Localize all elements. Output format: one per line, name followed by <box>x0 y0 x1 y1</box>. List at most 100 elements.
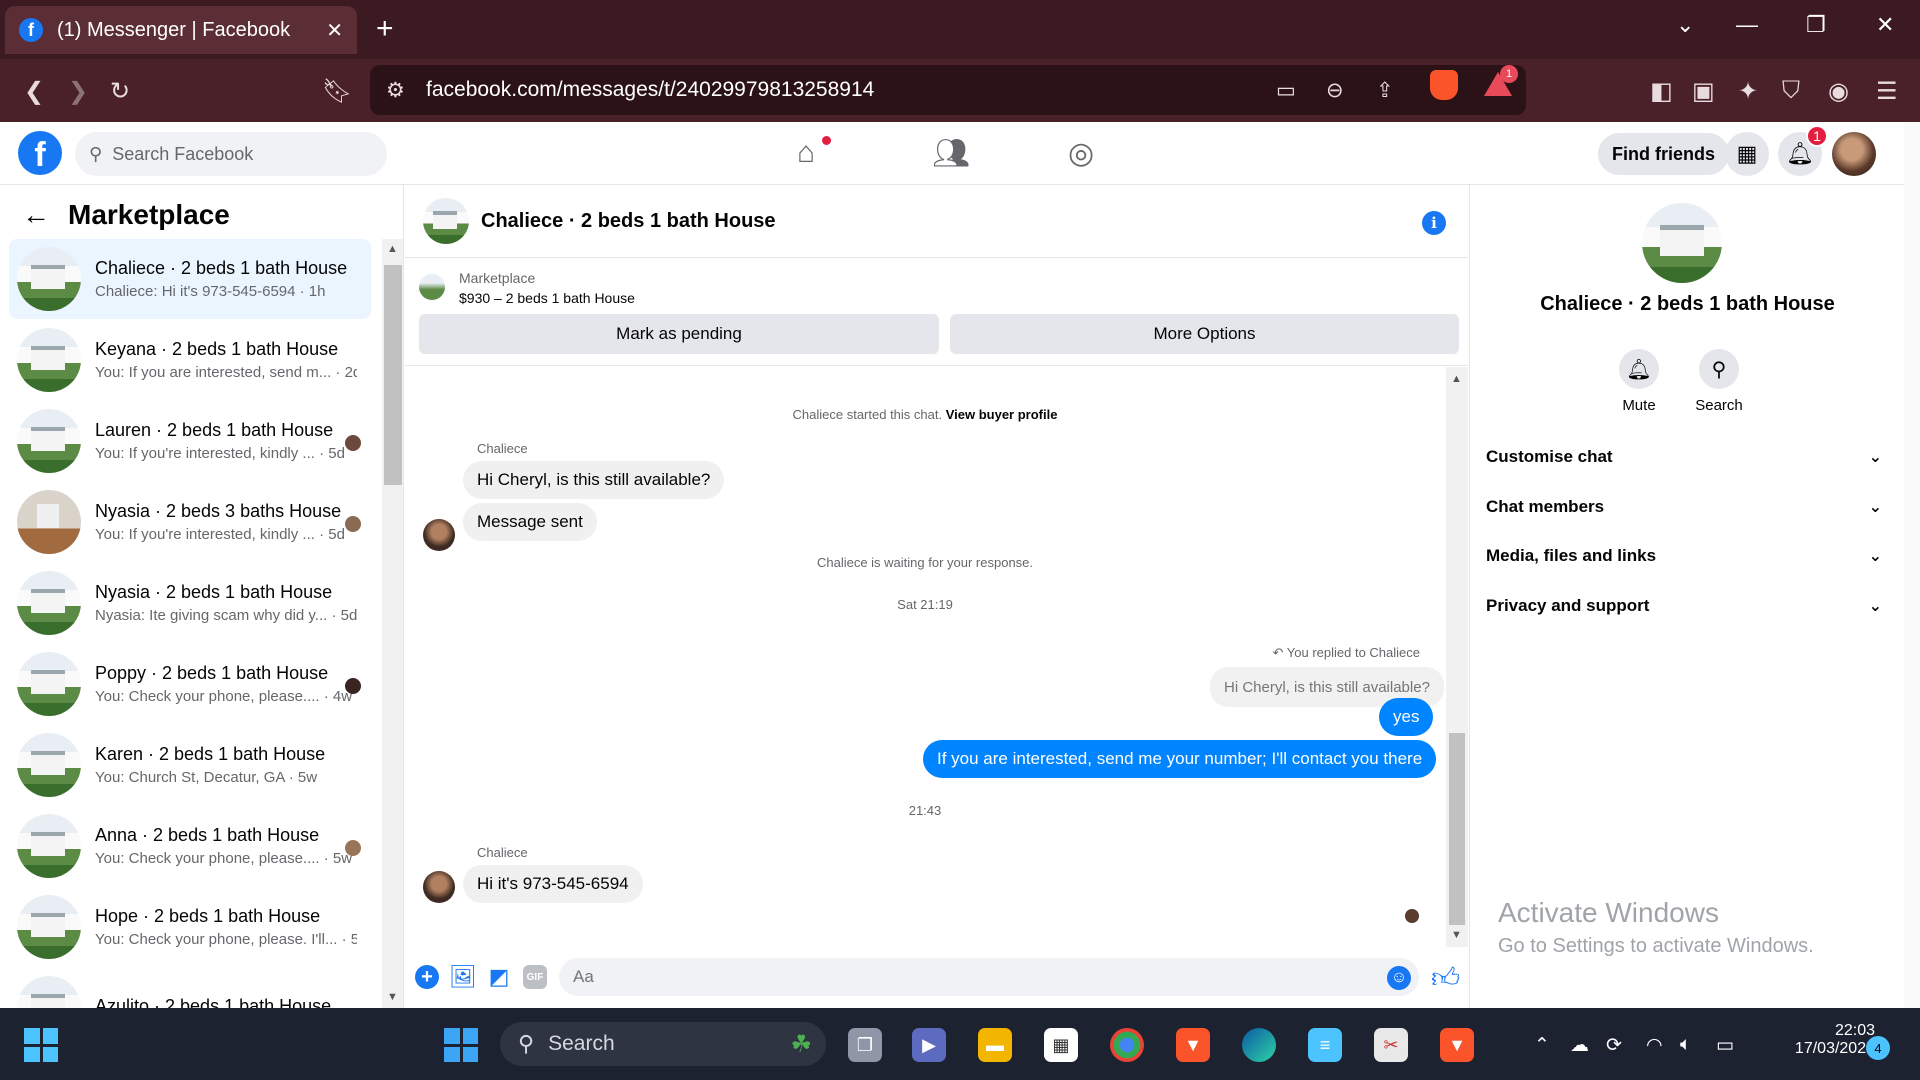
search-icon[interactable]: ⚲ <box>1699 349 1739 389</box>
conversation-item[interactable]: Nyasia · 2 beds 3 baths House You: If yo… <box>9 482 371 562</box>
emoji-icon[interactable]: ☺ <box>1387 966 1411 990</box>
bell-icon[interactable]: 🔔︎ <box>1619 349 1659 389</box>
conversation-item[interactable]: Hope · 2 beds 1 bath House You: Check yo… <box>9 887 371 967</box>
conversation-item[interactable]: Anna · 2 beds 1 bath House You: Check yo… <box>9 806 371 886</box>
browser-tab-messenger[interactable]: f (1) Messenger | Facebook ✕ <box>5 6 357 54</box>
share-icon[interactable]: ⇪ <box>1376 78 1394 103</box>
menu-grid-icon[interactable]: ▦ <box>1725 132 1769 176</box>
find-friends-button[interactable]: Find friends <box>1598 133 1729 175</box>
chat-info-avatar[interactable] <box>1642 203 1722 283</box>
menu-icon[interactable]: ☰ <box>1876 77 1898 106</box>
restore-icon[interactable]: ❐ <box>1806 12 1826 38</box>
conversation-item[interactable]: Chaliece · 2 beds 1 bath House Chaliece:… <box>9 239 371 319</box>
brave-icon[interactable]: ▼ <box>1176 1028 1210 1062</box>
conversation-item[interactable]: Lauren · 2 beds 1 bath House You: If you… <box>9 401 371 481</box>
edge-icon[interactable] <box>1242 1028 1276 1062</box>
site-settings-icon[interactable]: ⚙︎ <box>386 78 405 103</box>
close-tab-icon[interactable]: ✕ <box>326 18 343 43</box>
scroll-up-icon[interactable]: ▲ <box>387 243 398 255</box>
message-input[interactable] <box>559 958 1419 996</box>
back-arrow-icon[interactable]: ← <box>22 199 50 231</box>
chat-avatar[interactable] <box>423 198 469 244</box>
page-scrollbar[interactable] <box>1904 122 1920 1008</box>
facebook-search-input[interactable]: ⚲ Search Facebook <box>75 132 387 176</box>
notification-center-badge[interactable]: 4 <box>1866 1036 1890 1060</box>
tray-chevron-icon[interactable]: ⌃ <box>1534 1034 1550 1057</box>
windows-start-icon[interactable] <box>444 1028 478 1062</box>
minimize-icon[interactable]: — <box>1736 12 1758 38</box>
more-actions-plus-icon[interactable]: + <box>415 965 439 989</box>
groups-icon[interactable]: ◎ <box>1068 136 1094 171</box>
outgoing-message[interactable]: If you are interested, send me your numb… <box>923 740 1437 778</box>
close-window-icon[interactable]: ✕ <box>1876 12 1894 38</box>
snipping-tool-icon[interactable]: ✂ <box>1374 1028 1408 1062</box>
incoming-message[interactable]: Hi Cheryl, is this still available? <box>463 461 725 499</box>
customise-chat-row[interactable]: Customise chat ⌄ <box>1486 437 1890 477</box>
mute-action[interactable]: 🔔︎ Mute <box>1609 349 1669 414</box>
sync-icon[interactable]: ⟳ <box>1606 1034 1622 1057</box>
taskbar-clock[interactable]: 22:03 17/03/2025 <box>1765 1022 1875 1058</box>
zoom-icon[interactable]: ⊖ <box>1326 78 1344 103</box>
media-files-links-row[interactable]: Media, files and links ⌄ <box>1486 536 1890 576</box>
microsoft-store-icon[interactable]: ▦ <box>1044 1028 1078 1062</box>
teams-chat-icon[interactable]: ▶ <box>912 1028 946 1062</box>
listing-thumbnail[interactable] <box>419 274 445 300</box>
listing-price-title[interactable]: $930 – 2 beds 1 bath House <box>459 290 635 306</box>
taskbar-search[interactable]: ⚲ Search ☘ <box>500 1022 826 1066</box>
new-tab-icon[interactable]: + <box>376 12 394 46</box>
sidebar-toggle-icon[interactable]: ◧ <box>1650 77 1673 106</box>
facebook-logo-icon[interactable]: f <box>18 131 62 175</box>
file-explorer-icon[interactable]: ▬ <box>978 1028 1012 1062</box>
extension-icon[interactable]: ◉ <box>1828 77 1849 106</box>
outgoing-message[interactable]: yes <box>1379 698 1434 736</box>
tab-search-chevron-icon[interactable]: ⌄ <box>1676 12 1694 38</box>
brave-active-icon[interactable]: ▼ <box>1440 1028 1474 1062</box>
sender-avatar[interactable] <box>423 871 455 903</box>
sidebar-scrollbar[interactable]: ▲ ▼ <box>382 239 403 1008</box>
scroll-down-icon[interactable]: ▼ <box>387 991 398 1003</box>
chrome-icon[interactable] <box>1110 1028 1144 1062</box>
more-options-button[interactable]: More Options <box>950 314 1459 354</box>
thumbs-up-icon[interactable]: 👍︎ <box>1431 961 1460 995</box>
conversation-item[interactable]: Azulito · 2 beds 1 bath House <box>9 968 371 1008</box>
profile-avatar[interactable] <box>1832 132 1876 176</box>
info-icon[interactable]: i <box>1422 211 1446 235</box>
scroll-up-icon[interactable]: ▲ <box>1451 373 1462 385</box>
sidebar-scroll-thumb[interactable] <box>384 265 402 485</box>
onedrive-icon[interactable]: ☁ <box>1570 1034 1589 1057</box>
conversation-item[interactable]: Karen · 2 beds 1 bath House You: Church … <box>9 725 371 805</box>
conversation-item[interactable]: Poppy · 2 beds 1 bath House You: Check y… <box>9 644 371 724</box>
chat-scrollbar[interactable]: ▲ ▼ <box>1446 367 1468 947</box>
notepad-icon[interactable]: ≡ <box>1308 1028 1342 1062</box>
leo-ai-icon[interactable]: ✦ <box>1738 77 1758 106</box>
incoming-message[interactable]: Message sent <box>463 503 597 541</box>
gif-icon[interactable]: GIF <box>523 965 547 989</box>
chat-scroll-thumb[interactable] <box>1449 733 1465 925</box>
attach-photo-icon[interactable]: 🖼︎ <box>449 964 477 989</box>
chat-members-row[interactable]: Chat members ⌄ <box>1486 487 1890 527</box>
address-bar[interactable]: ⚙︎ facebook.com/messages/t/2402997981325… <box>370 65 1526 115</box>
sticker-icon[interactable]: ◩ <box>487 964 511 989</box>
widgets-icon[interactable] <box>24 1028 58 1062</box>
conversation-item[interactable]: Keyana · 2 beds 1 bath House You: If you… <box>9 320 371 400</box>
battery-icon[interactable]: ▭ <box>1716 1034 1734 1057</box>
incoming-message[interactable]: Hi it's 973-545-6594 <box>463 865 643 903</box>
bookmark-icon[interactable]: 🔖︎ <box>322 77 352 106</box>
wallet-icon[interactable]: ▣ <box>1692 77 1715 106</box>
scroll-down-icon[interactable]: ▼ <box>1451 929 1462 941</box>
friends-icon[interactable]: 👥︎ <box>932 136 970 171</box>
mark-as-pending-button[interactable]: Mark as pending <box>419 314 939 354</box>
reload-icon[interactable]: ↻ <box>110 77 130 106</box>
cast-icon[interactable]: ▭ <box>1276 78 1296 103</box>
forward-icon[interactable]: ❯ <box>68 77 88 106</box>
chat-title[interactable]: Chaliece · 2 beds 1 bath House <box>481 210 776 233</box>
wifi-icon[interactable]: ◠ <box>1646 1034 1663 1057</box>
brave-shields-icon[interactable] <box>1430 70 1458 100</box>
conversation-item[interactable]: Nyasia · 2 beds 1 bath House Nyasia: Ite… <box>9 563 371 643</box>
vpn-icon[interactable]: ⛉ <box>1782 77 1800 105</box>
back-icon[interactable]: ❮ <box>24 77 44 106</box>
sender-avatar[interactable] <box>423 519 455 551</box>
view-buyer-profile-link[interactable]: View buyer profile <box>946 407 1058 422</box>
task-view-icon[interactable]: ❐ <box>848 1028 882 1062</box>
home-icon[interactable]: ⌂ <box>797 136 815 170</box>
